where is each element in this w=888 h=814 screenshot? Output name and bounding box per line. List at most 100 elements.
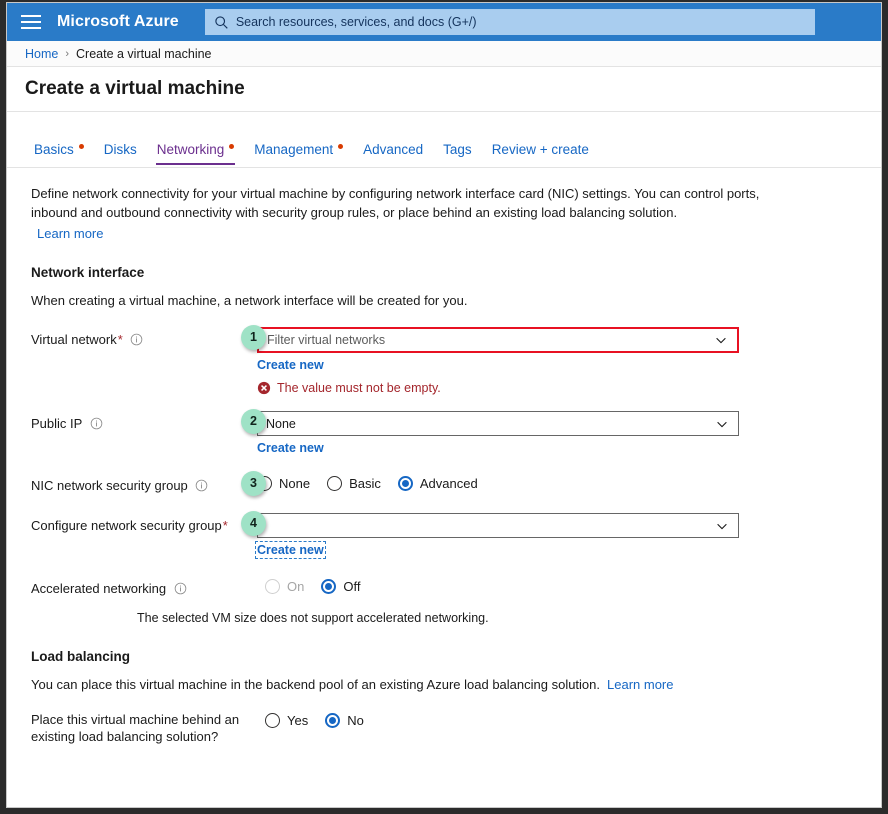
breadcrumb-separator: › — [65, 48, 69, 60]
radio-button-icon — [321, 579, 336, 594]
error-circle-icon — [257, 381, 271, 395]
tab-label: Management — [254, 142, 333, 157]
page-body: Define network connectivity for your vir… — [7, 168, 882, 807]
tab-dirty-dot-icon — [229, 144, 234, 149]
browser-window: Microsoft Azure Search resources, servic… — [6, 2, 882, 808]
load-balancing-question-line-2: existing load balancing solution? — [31, 729, 218, 744]
configure-nsg-required-mark: * — [223, 518, 228, 533]
virtual-network-label-group: Virtual network* 1 — [31, 327, 257, 395]
accelerated-networking-option-off[interactable]: Off — [321, 579, 360, 594]
radio-button-icon — [398, 476, 413, 491]
virtual-network-dropdown[interactable]: Filter virtual networks — [257, 327, 739, 353]
load-balancing-option-no[interactable]: No — [325, 713, 364, 728]
screenshot-frame: Microsoft Azure Search resources, servic… — [0, 0, 888, 814]
tab-label: Review + create — [492, 142, 589, 157]
tab-label: Disks — [104, 142, 137, 157]
load-balancing-question-line-1: Place this virtual machine behind an — [31, 712, 239, 727]
load-balancing-learn-more-link[interactable]: Learn more — [607, 677, 673, 692]
virtual-network-create-new-link[interactable]: Create new — [257, 358, 324, 372]
tab-disks[interactable]: Disks — [103, 142, 138, 167]
page-title-bar: Create a virtual machine — [7, 67, 882, 112]
radio-option-label: No — [347, 713, 364, 728]
accelerated-networking-label: Accelerated networking — [31, 581, 166, 596]
radio-option-label: Basic — [349, 476, 381, 491]
network-interface-subtext: When creating a virtual machine, a netwo… — [31, 293, 859, 308]
intro-learn-more-link[interactable]: Learn more — [37, 224, 761, 243]
public-ip-dropdown[interactable]: None — [257, 411, 739, 436]
tab-basics[interactable]: Basics — [33, 142, 85, 167]
virtual-network-error: The value must not be empty. — [257, 381, 859, 395]
step-badge-4: 4 — [241, 511, 266, 536]
virtual-network-row: Virtual network* 1 Filter virtual networ… — [31, 327, 859, 395]
tab-strip: Basics Disks Networking Management Advanced T… — [7, 112, 882, 168]
step-badge-3: 3 — [241, 471, 266, 496]
tab-review-create[interactable]: Review + create — [491, 142, 590, 167]
public-ip-value: None — [258, 417, 715, 431]
radio-option-label: Off — [343, 579, 360, 594]
load-balancing-radio-group: Yes No — [257, 710, 859, 728]
hamburger-icon[interactable] — [21, 15, 41, 29]
tab-advanced[interactable]: Advanced — [362, 142, 424, 167]
nic-nsg-option-basic[interactable]: Basic — [327, 476, 381, 491]
tab-networking[interactable]: Networking — [156, 142, 236, 167]
tab-dirty-dot-icon — [79, 144, 84, 149]
radio-option-label: Advanced — [420, 476, 478, 491]
radio-button-icon — [325, 713, 340, 728]
configure-nsg-label-group: Configure network security group* 4 — [31, 513, 257, 559]
azure-brand[interactable]: Microsoft Azure — [57, 13, 179, 31]
info-icon[interactable] — [130, 333, 143, 346]
load-balancing-subtext-row: You can place this virtual machine in th… — [31, 677, 859, 692]
radio-option-label: On — [287, 579, 304, 594]
tab-management[interactable]: Management — [253, 142, 344, 167]
nic-nsg-label: NIC network security group — [31, 478, 188, 493]
radio-option-label: None — [279, 476, 310, 491]
configure-nsg-dropdown[interactable] — [257, 513, 739, 538]
tab-label: Tags — [443, 142, 472, 157]
load-balancing-question-row: Place this virtual machine behind an exi… — [31, 710, 859, 745]
search-icon — [214, 15, 229, 30]
page-title: Create a virtual machine — [25, 78, 245, 100]
breadcrumb-home[interactable]: Home — [25, 47, 58, 61]
nic-nsg-radio-group: None Basic Advanced — [257, 473, 859, 491]
breadcrumb-current: Create a virtual machine — [76, 47, 211, 61]
networking-intro: Define network connectivity for your vir… — [31, 184, 761, 243]
nic-nsg-label-group: NIC network security group 3 — [31, 473, 257, 494]
tab-dirty-dot-icon — [338, 144, 343, 149]
public-ip-row: Public IP 2 None Create new — [31, 411, 859, 457]
load-balancing-control: Yes No — [257, 710, 859, 745]
search-input[interactable]: Search resources, services, and docs (G+… — [205, 9, 815, 35]
virtual-network-error-text: The value must not be empty. — [277, 381, 441, 395]
info-icon[interactable] — [174, 582, 187, 595]
chevron-down-icon — [715, 519, 729, 533]
virtual-network-control: Filter virtual networks Create new The v… — [257, 327, 859, 395]
nic-nsg-option-advanced[interactable]: Advanced — [398, 476, 478, 491]
radio-button-icon — [327, 476, 342, 491]
virtual-network-label: Virtual network — [31, 332, 117, 347]
breadcrumb: Home › Create a virtual machine — [7, 41, 882, 67]
accelerated-networking-control: On Off — [257, 576, 859, 597]
public-ip-control: None Create new — [257, 411, 859, 457]
accelerated-networking-label-group: Accelerated networking — [31, 576, 257, 597]
configure-nsg-create-new-link[interactable]: Create new — [257, 543, 324, 557]
info-icon[interactable] — [90, 417, 103, 430]
load-balancing-question-label: Place this virtual machine behind an exi… — [31, 710, 257, 745]
public-ip-label: Public IP — [31, 416, 82, 431]
radio-button-icon — [265, 713, 280, 728]
chevron-down-icon — [714, 333, 728, 347]
nic-nsg-control: None Basic Advanced — [257, 473, 859, 494]
configure-nsg-row: Configure network security group* 4 Crea… — [31, 513, 859, 559]
radio-button-icon — [265, 579, 280, 594]
info-icon[interactable] — [195, 479, 208, 492]
tab-label: Networking — [157, 142, 225, 157]
configure-nsg-control: Create new — [257, 513, 859, 559]
public-ip-label-group: Public IP 2 — [31, 411, 257, 457]
public-ip-create-new-link[interactable]: Create new — [257, 441, 324, 455]
load-balancing-option-yes[interactable]: Yes — [265, 713, 308, 728]
tab-tags[interactable]: Tags — [442, 142, 473, 167]
load-balancing-subtext: You can place this virtual machine in th… — [31, 677, 600, 692]
tab-label: Basics — [34, 142, 74, 157]
accelerated-networking-radio-group: On Off — [257, 576, 859, 594]
nic-nsg-row: NIC network security group 3 None Basic Ad… — [31, 473, 859, 494]
search-placeholder: Search resources, services, and docs (G+… — [236, 15, 477, 29]
azure-top-bar: Microsoft Azure Search resources, servic… — [7, 3, 882, 41]
